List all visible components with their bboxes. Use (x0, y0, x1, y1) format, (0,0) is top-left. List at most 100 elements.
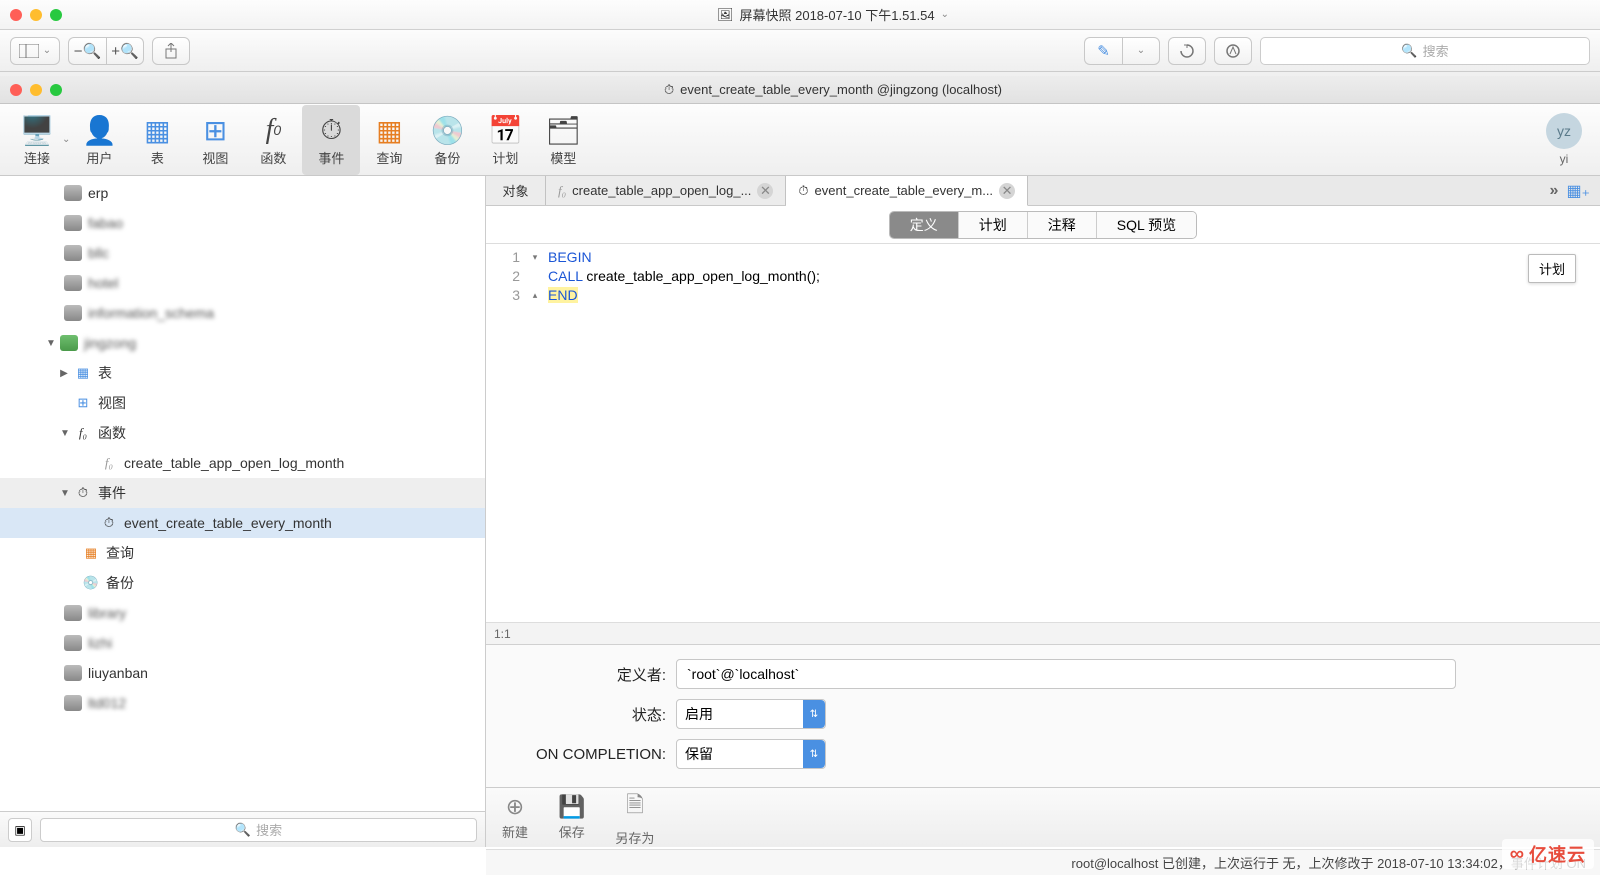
db-tree[interactable]: erp fabao bllc hotel information_schema … (0, 176, 485, 811)
disclosure-icon[interactable]: ▼ (60, 488, 68, 499)
view-icon: ⊞ (204, 112, 227, 148)
tab-function[interactable]: f₀ create_table_app_open_log_... ✕ (546, 176, 786, 205)
db-item[interactable]: ltd012 (0, 688, 485, 718)
maximize-icon[interactable] (50, 9, 62, 21)
disclosure-icon[interactable]: ▼ (60, 428, 68, 439)
zoom-out-button[interactable]: −🔍 (68, 37, 106, 65)
db-item-open[interactable]: ▼ jingzong (0, 328, 485, 358)
new-button[interactable]: ⊕ 新建 (502, 794, 528, 841)
toolbar-event[interactable]: ⏱ 事件 (302, 105, 360, 175)
code-content[interactable]: BEGIN CALL create_table_app_open_log_mon… (542, 244, 828, 622)
toolbar-label: 模型 (550, 148, 576, 167)
tree-event-item[interactable]: ⏱ event_create_table_every_month (0, 508, 485, 538)
tree-views[interactable]: ⊞视图 (0, 388, 485, 418)
rotate-button[interactable] (1168, 37, 1206, 65)
subtab-comment[interactable]: 注释 (1028, 212, 1097, 238)
save-as-icon: 🗎 (626, 788, 644, 826)
status-select[interactable]: 启用 ⇅ (676, 699, 826, 729)
database-icon (64, 695, 82, 711)
tree-functions[interactable]: ▼f₀函数 (0, 418, 485, 448)
tab-event[interactable]: ⏱ event_create_table_every_m... ✕ (786, 176, 1028, 206)
fold-open-icon[interactable]: ▾ (528, 248, 542, 267)
event-icon: ⏱ (798, 183, 808, 199)
markup-button[interactable] (1214, 37, 1252, 65)
edit-dropdown-button[interactable]: ⌄ (1122, 37, 1160, 65)
toolbar-connection[interactable]: 🖥️ 连接 (8, 105, 66, 175)
subtab-sql-preview[interactable]: SQL 预览 (1097, 212, 1196, 238)
subtab-label: SQL 预览 (1117, 215, 1176, 235)
oncompletion-select[interactable]: 保留 ⇅ (676, 739, 826, 769)
chevron-down-icon[interactable]: ⌄ (62, 134, 70, 145)
save-as-button[interactable]: 🗎 另存为 (615, 788, 654, 847)
chevron-updown-icon: ⇅ (803, 700, 825, 728)
definer-input[interactable] (676, 659, 1456, 689)
schedule-icon: 📅 (488, 112, 523, 148)
tree-queries[interactable]: ▦查询 (0, 538, 485, 568)
toolbar-schedule[interactable]: 📅 计划 (476, 105, 534, 175)
tree-function-item[interactable]: f₀create_table_app_open_log_month (0, 448, 485, 478)
tree-tables[interactable]: ▶▦表 (0, 358, 485, 388)
database-icon (64, 635, 82, 651)
tree-label: 函数 (98, 423, 126, 443)
tree-backups[interactable]: 💿备份 (0, 568, 485, 598)
close-tab-icon[interactable]: ✕ (999, 183, 1015, 199)
minimize-icon[interactable] (30, 9, 42, 21)
tab-objects[interactable]: 对象 (486, 176, 546, 205)
fold-gutter: ▾ ▴ (528, 244, 542, 622)
model-icon: 🗂 (546, 112, 582, 148)
query-icon: ▦ (82, 545, 100, 561)
zoom-in-button[interactable]: +🔍 (106, 37, 144, 65)
subtab-definition[interactable]: 定义 (890, 212, 959, 238)
edit-button[interactable]: ✎ (1084, 37, 1122, 65)
db-label: hotel (88, 275, 118, 291)
db-label: liuyanban (88, 665, 148, 681)
maximize-icon[interactable] (50, 84, 62, 96)
sidebar-search-input[interactable]: 🔍 搜索 (40, 818, 477, 842)
db-label: jingzong (84, 335, 136, 351)
close-icon[interactable] (10, 84, 22, 96)
watermark-text: 亿速云 (1529, 841, 1586, 867)
subtab-schedule[interactable]: 计划 (959, 212, 1028, 238)
tab-bar: 对象 f₀ create_table_app_open_log_... ✕ ⏱ … (486, 176, 1600, 206)
tree-label: 备份 (106, 573, 134, 593)
code-text: create_table_app_open_log_month(); (583, 268, 820, 284)
db-item[interactable]: liuyanban (0, 658, 485, 688)
close-icon[interactable] (10, 9, 22, 21)
toolbar-query[interactable]: ▦ 查询 (360, 105, 418, 175)
collapse-button[interactable]: ▣ (8, 818, 32, 842)
outer-search-input[interactable]: 🔍 搜索 (1260, 37, 1590, 65)
tree-label: event_create_table_every_month (124, 515, 332, 531)
toolbar-user[interactable]: 👤 用户 (70, 105, 128, 175)
toolbar-view[interactable]: ⊞ 视图 (186, 105, 244, 175)
sidebar-toggle-button[interactable]: ⌄ (10, 37, 60, 65)
db-label: ltd012 (88, 695, 126, 711)
overflow-icon[interactable]: » (1550, 182, 1559, 200)
chevron-down-icon[interactable]: ⌄ (941, 9, 949, 20)
db-item[interactable]: library (0, 598, 485, 628)
save-button[interactable]: 💾 保存 (558, 794, 585, 841)
db-item[interactable]: erp (0, 178, 485, 208)
disclosure-icon[interactable]: ▶ (60, 368, 68, 379)
minimize-icon[interactable] (30, 84, 42, 96)
code-editor[interactable]: 1 2 3 ▾ ▴ BEGIN CALL create_table_app_op… (486, 244, 1600, 622)
disclosure-icon[interactable]: ▼ (46, 338, 54, 349)
toolbar-function[interactable]: f0 函数 (244, 105, 302, 175)
db-item[interactable]: fabao (0, 208, 485, 238)
fold-close-icon[interactable]: ▴ (528, 286, 542, 305)
share-button[interactable] (152, 37, 190, 65)
close-tab-icon[interactable]: ✕ (757, 183, 773, 199)
markup-icon (1225, 43, 1241, 59)
user-avatar[interactable]: yz yi (1546, 113, 1582, 166)
toolbar-backup[interactable]: 💿 备份 (418, 105, 476, 175)
db-item[interactable]: hotel (0, 268, 485, 298)
db-label: lizhi (88, 635, 112, 651)
event-icon: ⏱ (100, 515, 118, 531)
db-item[interactable]: lizhi (0, 628, 485, 658)
new-tab-icon[interactable]: ▦₊ (1566, 181, 1590, 201)
db-item[interactable]: information_schema (0, 298, 485, 328)
avatar-icon: yz (1546, 113, 1582, 149)
tree-events[interactable]: ▼⏱事件 (0, 478, 485, 508)
db-item[interactable]: bllc (0, 238, 485, 268)
toolbar-model[interactable]: 🗂 模型 (534, 105, 592, 175)
toolbar-table[interactable]: ▦ 表 (128, 105, 186, 175)
